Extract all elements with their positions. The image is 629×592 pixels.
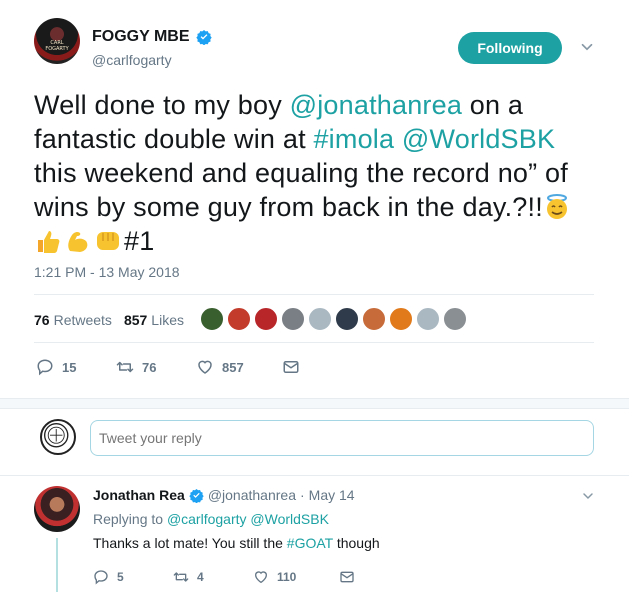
replying-to-mention-2[interactable]: @WorldSBK xyxy=(250,511,329,527)
retweet-action[interactable]: 76 xyxy=(116,358,196,376)
reply-header: Jonathan Rea @jonathanrea · May 14 xyxy=(93,487,355,503)
reply-text: Thanks a lot mate! You still the #GOAT t… xyxy=(93,535,380,551)
dot-separator: · xyxy=(299,487,305,503)
chevron-down-icon[interactable] xyxy=(580,488,596,504)
tweet-timestamp[interactable]: 1:21 PM - 13 May 2018 xyxy=(34,264,180,280)
tweet-hashtag-1[interactable]: #1 xyxy=(124,226,154,256)
chevron-down-icon[interactable] xyxy=(578,38,596,56)
liker-avatar[interactable] xyxy=(254,307,278,331)
tweet-stats: 76 Retweets 857 Likes xyxy=(34,305,196,335)
retweet-count: 4 xyxy=(197,570,204,584)
current-user-avatar[interactable] xyxy=(40,419,76,455)
like-action[interactable]: 110 xyxy=(253,569,339,585)
reply-icon xyxy=(37,359,53,376)
retweet-action[interactable]: 4 xyxy=(173,569,253,585)
reply-action[interactable]: 5 xyxy=(93,569,173,585)
envelope-icon xyxy=(340,571,354,583)
oncoming-fist-icon xyxy=(94,227,122,255)
reply-action[interactable]: 15 xyxy=(36,358,116,376)
retweet-icon xyxy=(173,572,189,582)
reply-input[interactable] xyxy=(90,420,594,456)
thread-line xyxy=(56,538,58,592)
liker-avatar[interactable] xyxy=(200,307,224,331)
reply-composer xyxy=(0,409,629,471)
reply-text-part: though xyxy=(332,535,380,551)
retweet-count: 76 xyxy=(142,359,157,375)
following-button[interactable]: Following xyxy=(458,32,562,64)
retweets-count: 76 xyxy=(34,312,50,328)
retweet-icon xyxy=(116,361,134,373)
tweet-text: Well done to my boy @jonathanrea on a fa… xyxy=(34,88,604,258)
liker-avatar[interactable] xyxy=(389,307,413,331)
tweet-text-part: Well done to my boy xyxy=(34,90,290,120)
direct-message-action[interactable] xyxy=(339,569,355,585)
like-count: 110 xyxy=(277,570,297,584)
verified-badge-icon xyxy=(189,488,204,503)
liker-avatar[interactable] xyxy=(335,307,359,331)
heart-icon xyxy=(198,360,212,374)
flexed-biceps-icon xyxy=(64,227,92,255)
liker-avatar[interactable] xyxy=(227,307,251,331)
replying-prefix: Replying to xyxy=(93,511,164,527)
goat-hashtag[interactable]: #GOAT xyxy=(287,535,333,551)
badge-logo-icon xyxy=(44,423,69,448)
retweets-stat[interactable]: 76 Retweets xyxy=(34,312,112,328)
reply-count: 5 xyxy=(117,570,124,584)
like-count: 857 xyxy=(222,359,244,375)
heart-icon xyxy=(254,571,268,584)
liker-avatar[interactable] xyxy=(362,307,386,331)
tweet-link[interactable]: @jonathanrea xyxy=(290,90,462,120)
thumbs-up-icon xyxy=(34,227,62,255)
reply-actions: 5 4 110 xyxy=(93,567,355,587)
author-avatar[interactable]: CARL FOGARTY xyxy=(34,18,80,64)
direct-message-action[interactable] xyxy=(282,358,300,376)
author-name-row: FOGGY MBE xyxy=(92,28,212,46)
liker-avatar[interactable] xyxy=(416,307,440,331)
replying-to: Replying to @carlfogarty @WorldSBK xyxy=(93,511,329,527)
reply-author-handle[interactable]: @jonathanrea xyxy=(208,487,296,503)
likes-count: 857 xyxy=(123,312,148,328)
section-divider xyxy=(0,398,629,409)
reply-tweet: Jonathan Rea @jonathanrea · May 14 Reply… xyxy=(0,475,629,592)
tweet-actions: 15 76 857 xyxy=(36,356,300,378)
divider xyxy=(34,342,594,343)
tweet-link[interactable]: #imola xyxy=(313,124,394,154)
reply-count: 15 xyxy=(62,359,77,375)
likes-stat[interactable]: 857 Likes xyxy=(124,312,184,328)
reply-author-avatar[interactable] xyxy=(34,486,80,532)
tweet-text-part: this weekend and equaling the record no”… xyxy=(34,158,568,222)
liker-avatar[interactable] xyxy=(443,307,467,331)
tweet-link[interactable]: @WorldSBK xyxy=(402,124,555,154)
envelope-icon xyxy=(283,361,299,373)
retweets-label: Retweets xyxy=(53,312,112,328)
author-display-name[interactable]: FOGGY MBE xyxy=(92,28,190,46)
likes-label: Likes xyxy=(151,312,184,328)
smiling-face-with-halo-icon xyxy=(543,193,571,221)
divider xyxy=(34,294,594,295)
reply-icon xyxy=(94,570,108,585)
reply-text-part: Thanks a lot mate! You still the xyxy=(93,535,287,551)
like-action[interactable]: 857 xyxy=(196,358,282,376)
tweet-header: CARL FOGARTY FOGGY MBE @carlfogarty Foll… xyxy=(34,18,614,78)
avatar-logo-text: CARL FOGARTY xyxy=(45,40,69,52)
reply-date[interactable]: May 14 xyxy=(309,487,355,503)
liker-avatar[interactable] xyxy=(308,307,332,331)
tweet-text-part xyxy=(394,124,402,154)
reply-author-name[interactable]: Jonathan Rea xyxy=(93,487,185,503)
liker-avatars xyxy=(200,307,467,331)
verified-badge-icon xyxy=(195,30,212,45)
replying-to-mention-1[interactable]: @carlfogarty xyxy=(167,511,247,527)
author-handle[interactable]: @carlfogarty xyxy=(92,52,172,68)
liker-avatar[interactable] xyxy=(281,307,305,331)
